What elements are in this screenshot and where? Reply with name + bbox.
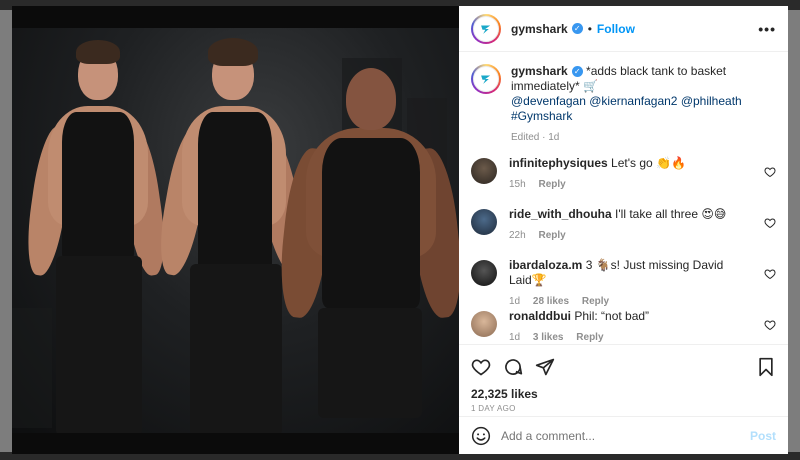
caption-avatar[interactable] [471,64,501,94]
caption-meta: Edited · 1d [511,132,560,143]
comment-time: 22h [509,230,526,241]
save-bookmark-icon[interactable] [756,357,776,377]
post-sidebar: gymshark ✓ • Follow ••• gymshark ✓ *adds … [459,6,788,454]
post-timestamp: 1 DAY AGO [471,404,516,413]
like-comment-heart-icon[interactable] [764,166,776,178]
commenter-avatar[interactable] [471,260,497,286]
comment-username[interactable]: ride_with_dhouha [509,207,612,221]
post-caption: gymshark ✓ *adds black tank to basket imm… [471,52,776,156]
comment-reply-button[interactable]: Reply [538,230,565,241]
caption-username[interactable]: gymshark [511,64,568,78]
comment-likes[interactable]: 3 likes [533,332,564,343]
commenter-avatar[interactable] [471,158,497,184]
like-comment-heart-icon[interactable] [764,217,776,229]
commenter-avatar[interactable] [471,209,497,235]
comment-text: I'll take all three 😍😅 [615,207,727,221]
comment-bubble-icon[interactable] [503,357,523,377]
comment-item: ibardaloza.m 3 🐐s! Just missing David La… [471,258,776,309]
comments-scroll[interactable]: gymshark ✓ *adds black tank to basket imm… [459,52,788,344]
comment-item: ride_with_dhouha I'll take all three 😍😅 … [471,207,776,258]
comment-likes[interactable]: 28 likes [533,296,569,307]
comment-input[interactable] [501,428,750,443]
share-paper-plane-icon[interactable] [535,357,555,377]
comment-time: 15h [509,179,526,190]
comment-composer: Post [459,416,788,454]
comment-text: Phil: “not bad” [574,309,650,323]
header-separator: • [587,21,592,36]
follow-button[interactable]: Follow [597,22,635,36]
comment-username[interactable]: infinitephysiques [509,156,608,170]
post-modal: gymshark ✓ • Follow ••• gymshark ✓ *adds … [12,6,788,454]
commenter-avatar[interactable] [471,311,497,337]
post-actions: 22,325 likes 1 DAY AGO [459,344,788,416]
comment-reply-button[interactable]: Reply [538,179,565,190]
comment-item: ronalddbui Phil: “not bad” 1d 3 likes Re… [471,309,776,344]
comment-item: infinitephysiques Let's go 👏🔥 15h Reply [471,156,776,207]
comment-reply-button[interactable]: Reply [582,296,609,307]
gymshark-logo-icon [481,75,491,84]
likes-count[interactable]: 22,325 likes [471,387,776,401]
comment-username[interactable]: ronalddbui [509,309,571,323]
photo-scene [12,28,459,436]
like-comment-heart-icon[interactable] [764,268,776,280]
post-photo[interactable] [12,6,459,454]
verified-badge-icon: ✓ [571,66,583,78]
caption-tags[interactable]: @devenfagan @kiernanfagan2 @philheath #G… [511,94,761,124]
author-avatar[interactable] [471,13,501,44]
post-comment-button[interactable]: Post [750,429,776,443]
emoji-icon[interactable] [471,426,491,446]
like-comment-heart-icon[interactable] [764,319,776,331]
photo-letterbox-bottom [12,433,459,454]
like-heart-icon[interactable] [471,357,491,377]
comment-text: Let's go 👏🔥 [611,156,686,170]
person-right [275,68,459,438]
gymshark-logo-icon [481,25,491,34]
person-middle [153,36,314,436]
comment-username[interactable]: ibardaloza.m [509,258,582,272]
verified-badge-icon: ✓ [571,23,583,34]
caption-body: gymshark ✓ *adds black tank to basket imm… [511,64,761,156]
more-options-icon[interactable]: ••• [758,21,776,37]
person-left [21,36,171,436]
author-username[interactable]: gymshark [511,22,568,36]
post-header: gymshark ✓ • Follow ••• [459,6,788,52]
comment-time: 1d [509,296,521,307]
comment-reply-button[interactable]: Reply [576,332,603,343]
photo-letterbox-top [12,6,459,28]
comment-time: 1d [509,332,521,343]
